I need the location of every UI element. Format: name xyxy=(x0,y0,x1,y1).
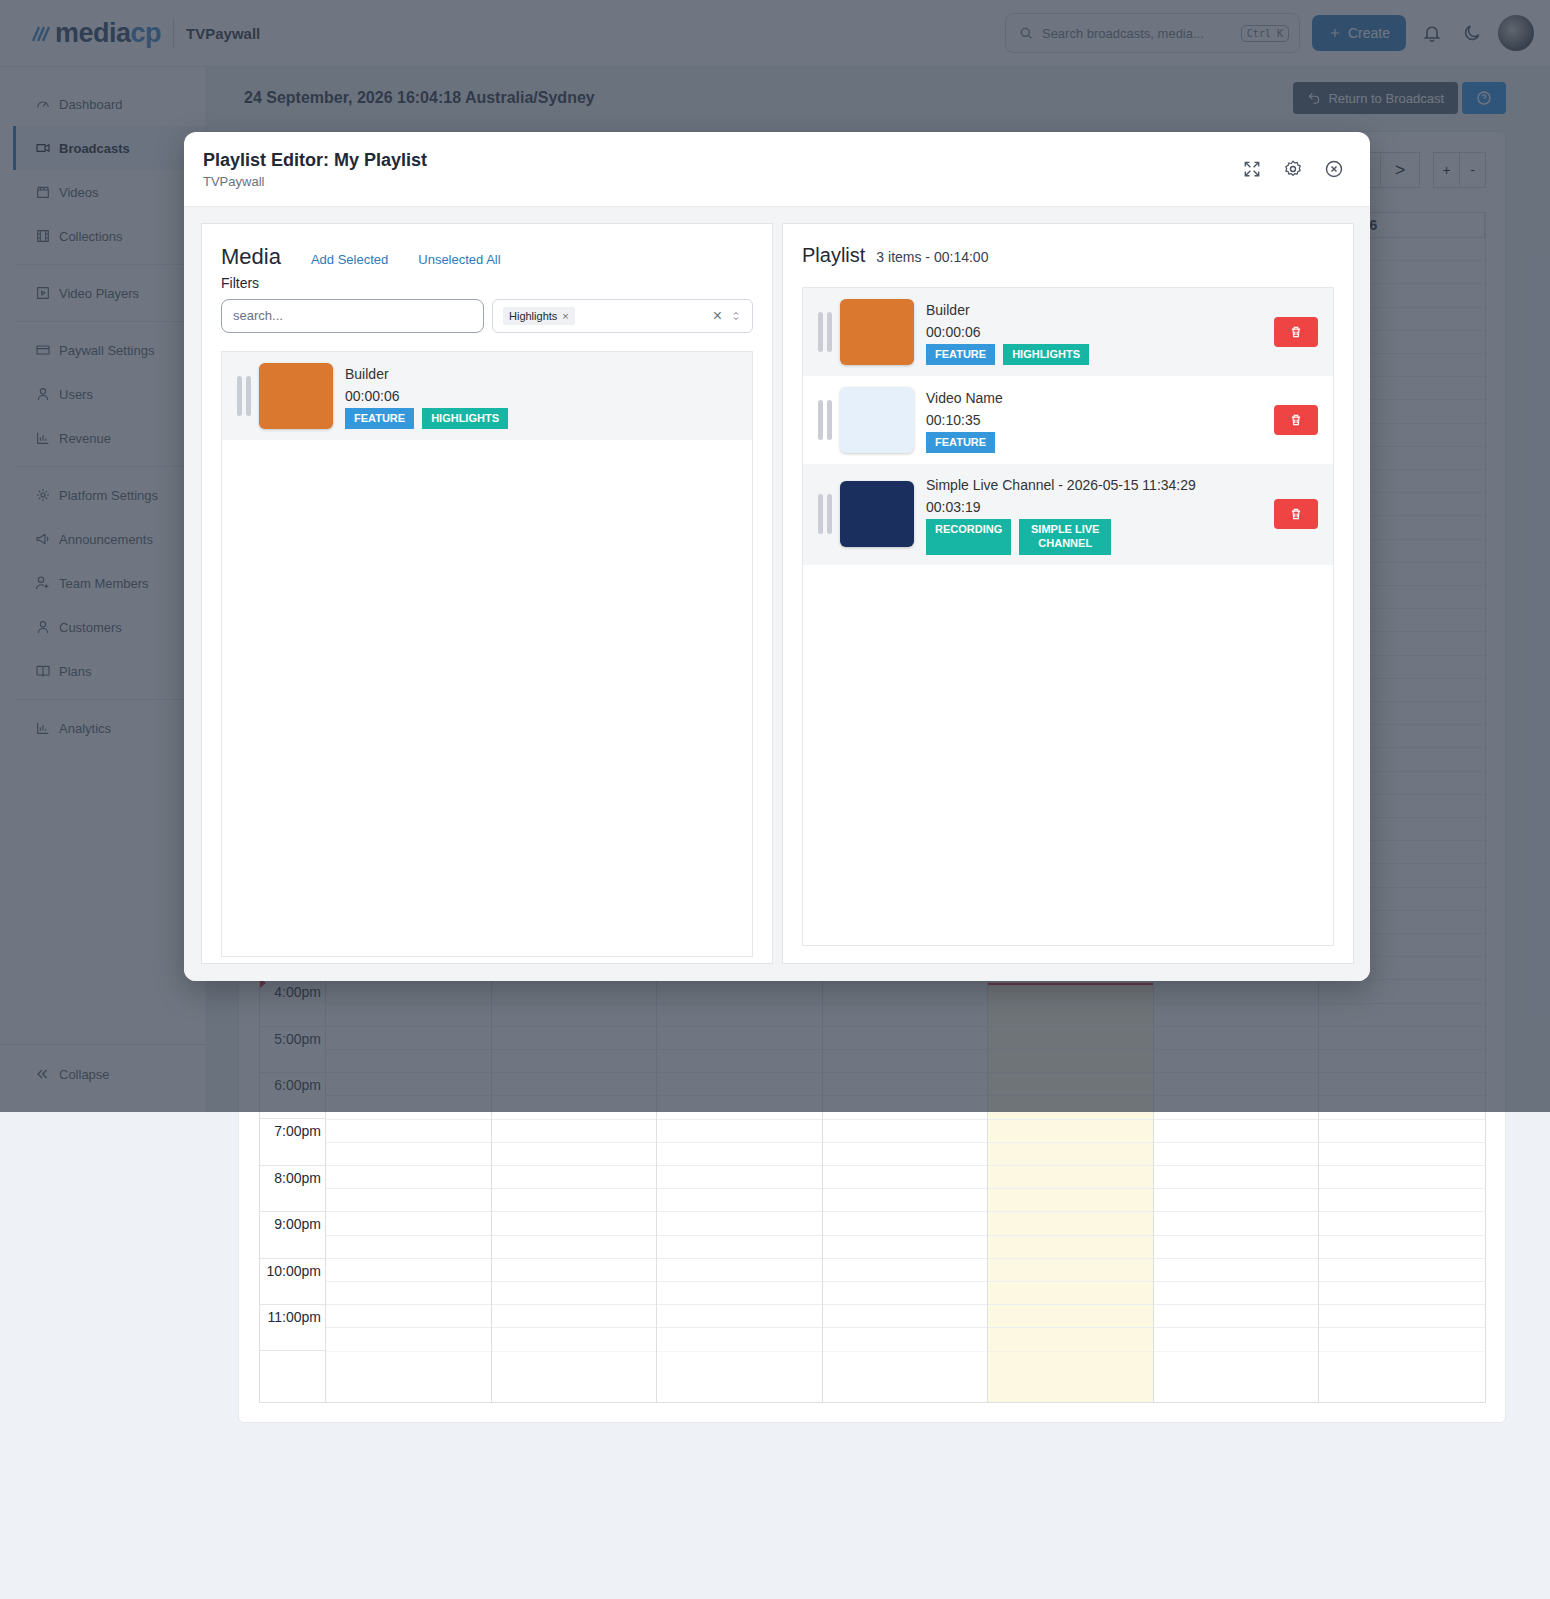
media-duration: 00:10:35 xyxy=(926,409,1266,431)
playlist-item[interactable]: Builder 00:00:06 FEATURE HIGHLIGHTS xyxy=(803,288,1333,376)
media-list: Builder 00:00:06 FEATURE HIGHLIGHTS xyxy=(221,351,753,957)
media-title: Builder xyxy=(345,363,737,385)
app: mediacp TVPaywall Search broadcasts, med… xyxy=(0,0,1550,1599)
media-tag: FEATURE xyxy=(926,344,995,366)
playlist-heading: Playlist xyxy=(802,244,865,267)
media-thumbnail xyxy=(840,299,914,365)
expand-icon[interactable] xyxy=(1242,159,1262,179)
playlist-list: Builder 00:00:06 FEATURE HIGHLIGHTS Video… xyxy=(802,287,1334,946)
media-action-link[interactable]: Unselected All xyxy=(418,252,500,267)
trash-icon xyxy=(1289,325,1303,339)
hour-label: 10:00pm xyxy=(260,1259,325,1305)
media-tag: FEATURE xyxy=(926,432,995,454)
media-title: Simple Live Channel - 2026-05-15 11:34:2… xyxy=(926,474,1266,496)
hour-label: 8:00pm xyxy=(260,1166,325,1212)
playlist-panel: Playlist 3 items - 00:14:00 Builder 00:0… xyxy=(782,223,1354,964)
drag-handle[interactable] xyxy=(237,376,251,416)
delete-button[interactable] xyxy=(1274,499,1318,529)
hour-label: 11:00pm xyxy=(260,1305,325,1351)
playlist-item[interactable]: Video Name 00:10:35 FEATURE xyxy=(803,376,1333,464)
playlist-editor-modal: Playlist Editor: My Playlist TVPaywall M… xyxy=(184,132,1370,981)
drag-handle[interactable] xyxy=(818,312,832,352)
filters-label: Filters xyxy=(221,275,753,291)
hour-label: 9:00pm xyxy=(260,1212,325,1258)
media-search-input[interactable]: search... xyxy=(221,299,484,333)
delete-button[interactable] xyxy=(1274,405,1318,435)
media-action-link[interactable]: Add Selected xyxy=(311,252,388,267)
playlist-summary: 3 items - 00:14:00 xyxy=(876,249,988,265)
media-tag: SIMPLE LIVE CHANNEL xyxy=(1019,519,1111,555)
media-thumbnail xyxy=(259,363,333,429)
media-duration: 00:00:06 xyxy=(926,321,1266,343)
media-duration: 00:00:06 xyxy=(345,385,737,407)
playlist-item[interactable]: Simple Live Channel - 2026-05-15 11:34:2… xyxy=(803,464,1333,565)
updown-chevron-icon xyxy=(730,310,742,322)
trash-icon xyxy=(1289,413,1303,427)
trash-icon xyxy=(1289,507,1303,521)
drag-handle[interactable] xyxy=(818,400,832,440)
close-circle-icon[interactable] xyxy=(1324,159,1344,179)
hour-label: 7:00pm xyxy=(260,1119,325,1165)
media-heading: Media xyxy=(221,244,281,270)
media-item[interactable]: Builder 00:00:06 FEATURE HIGHLIGHTS xyxy=(222,352,752,440)
media-title: Video Name xyxy=(926,387,1266,409)
media-thumbnail xyxy=(840,481,914,547)
media-tag: FEATURE xyxy=(345,408,414,430)
media-thumbnail xyxy=(840,387,914,453)
modal-title: Playlist Editor: My Playlist xyxy=(203,150,427,171)
media-tag: RECORDING xyxy=(926,519,1011,555)
clear-filter-button[interactable]: × xyxy=(713,307,722,325)
filter-chip[interactable]: Highlights× xyxy=(503,307,575,325)
media-panel: Media Add Selected Unselected All Filters… xyxy=(201,223,773,964)
media-tag: HIGHLIGHTS xyxy=(422,408,508,430)
modal-subtitle: TVPaywall xyxy=(203,174,427,189)
drag-handle[interactable] xyxy=(818,494,832,534)
gear-icon[interactable] xyxy=(1283,159,1303,179)
delete-button[interactable] xyxy=(1274,317,1318,347)
media-duration: 00:03:19 xyxy=(926,496,1266,518)
media-title: Builder xyxy=(926,299,1266,321)
tag-filter-select[interactable]: Highlights× × xyxy=(492,299,753,333)
media-tag: HIGHLIGHTS xyxy=(1003,344,1089,366)
